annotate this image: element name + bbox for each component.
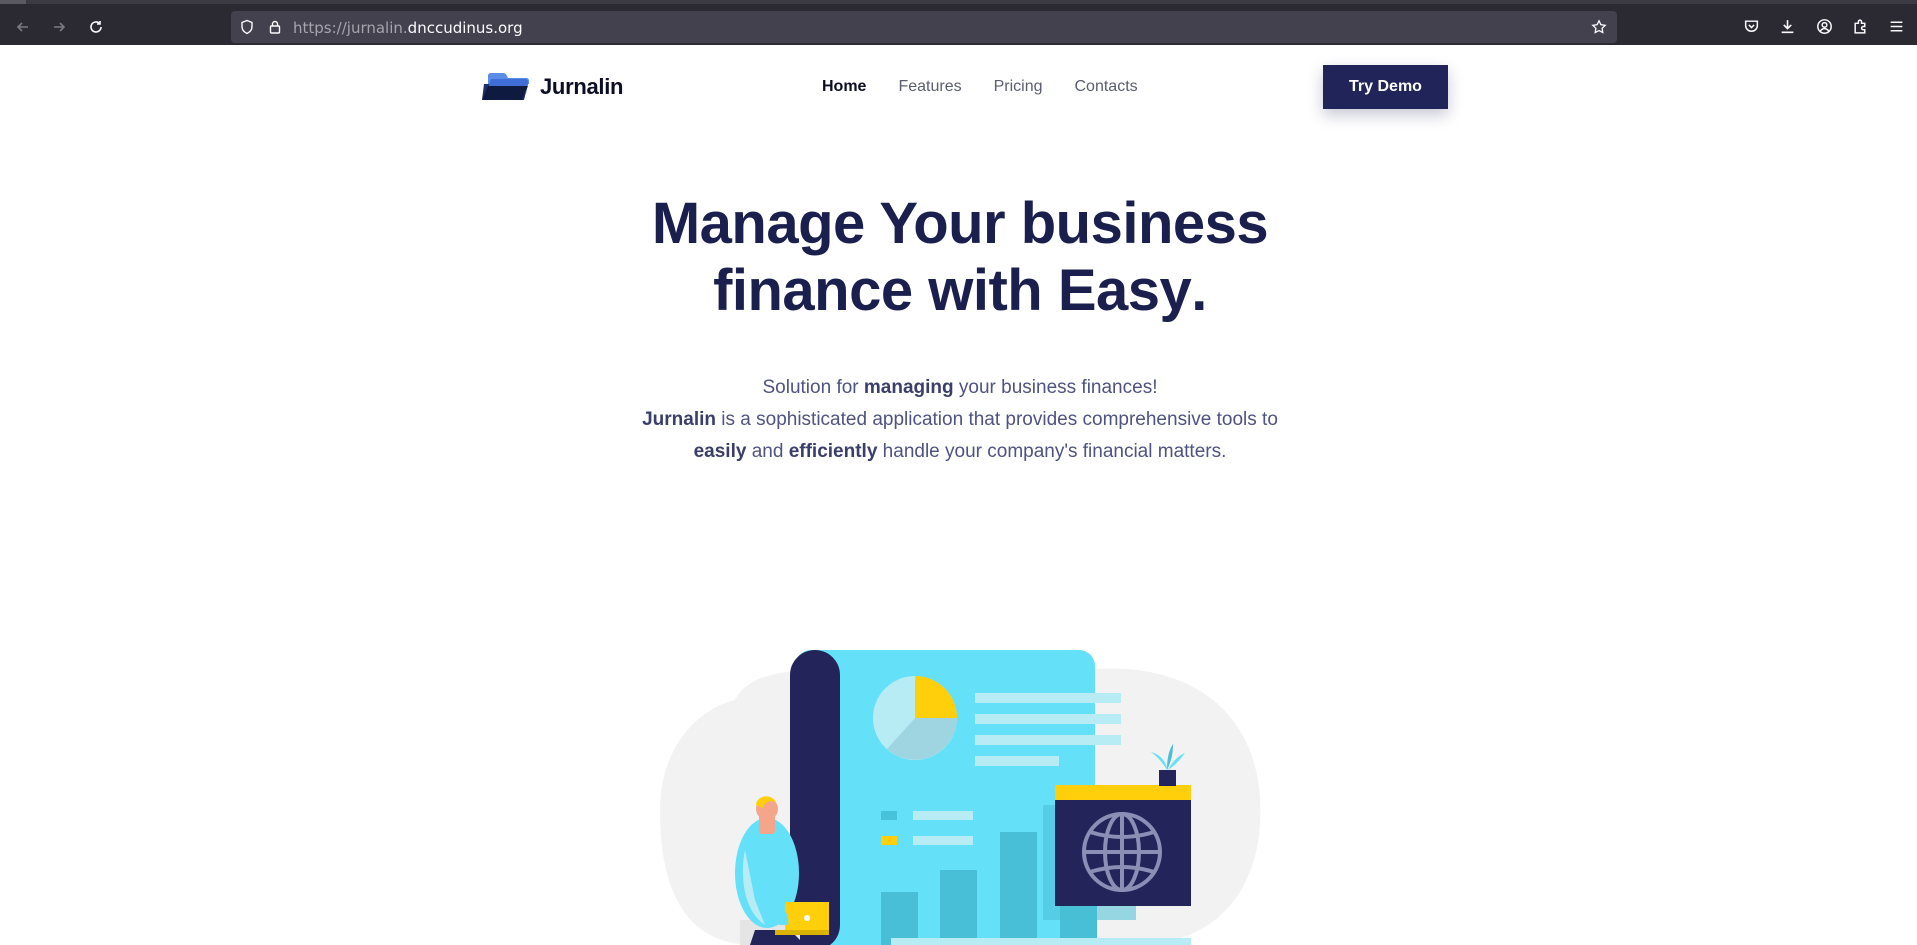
sub-bold-managing: managing bbox=[863, 377, 954, 398]
hero-subtitle: Solution for managing your business fina… bbox=[640, 372, 1280, 468]
hero-title-prefix: finance with bbox=[713, 258, 1058, 323]
globe-icon bbox=[1082, 812, 1162, 892]
back-icon[interactable] bbox=[10, 14, 36, 40]
globe-card bbox=[1043, 785, 1191, 920]
brand-logo[interactable]: Jurnalin bbox=[482, 72, 623, 102]
nav-home[interactable]: Home bbox=[822, 78, 866, 96]
menu-icon[interactable] bbox=[1886, 16, 1906, 36]
lock-icon[interactable] bbox=[267, 19, 283, 35]
sub-text: is a sophisticated application that prov… bbox=[716, 409, 1278, 430]
account-icon[interactable] bbox=[1814, 16, 1834, 36]
page-viewport: Jurnalin Home Features Pricing Contacts … bbox=[0, 45, 1917, 945]
hero-title-line-2: finance with Easy. bbox=[560, 257, 1360, 324]
shield-icon[interactable] bbox=[239, 19, 255, 35]
sub-bold-jurnalin: Jurnalin bbox=[642, 409, 717, 430]
try-demo-button[interactable]: Try Demo bbox=[1323, 65, 1448, 109]
sub-text: handle your company's financial matters. bbox=[877, 441, 1227, 462]
brand-name: Jurnalin bbox=[540, 74, 624, 99]
main-menu: Home Features Pricing Contacts bbox=[822, 78, 1138, 96]
sub-bold-easily: easily bbox=[693, 441, 747, 462]
jurnalin-logo-icon bbox=[482, 73, 529, 100]
pie-chart-icon bbox=[873, 676, 957, 760]
url-text[interactable]: https://jurnalin.dnccudinus.org bbox=[293, 19, 523, 37]
hero-title-period: . bbox=[1191, 258, 1207, 323]
download-icon[interactable] bbox=[1777, 16, 1797, 36]
star-icon[interactable] bbox=[1591, 19, 1607, 35]
document-roll bbox=[790, 650, 840, 945]
document-footer-strip bbox=[891, 938, 1191, 945]
hero-title-highlight: Easy bbox=[1057, 258, 1192, 323]
browser-toolbar: https://jurnalin.dnccudinus.org bbox=[0, 0, 1917, 45]
forward-icon[interactable] bbox=[46, 14, 72, 40]
sub-bold-efficiently: efficiently bbox=[788, 441, 878, 462]
url-protocol: https:// bbox=[293, 19, 347, 37]
sub-text: Solution for bbox=[762, 377, 864, 398]
url-subdomain: jurnalin. bbox=[346, 19, 408, 37]
sub-text: your business finances! bbox=[953, 377, 1158, 398]
nav-contacts[interactable]: Contacts bbox=[1075, 78, 1138, 96]
extensions-icon[interactable] bbox=[1850, 16, 1870, 36]
nav-features[interactable]: Features bbox=[898, 78, 961, 96]
url-domain: dnccudinus.org bbox=[407, 19, 523, 37]
sub-text: and bbox=[746, 441, 789, 462]
reload-icon[interactable] bbox=[83, 14, 109, 40]
site-navbar: Jurnalin Home Features Pricing Contacts … bbox=[0, 45, 1917, 130]
hero-title: Manage Your business finance with Easy. bbox=[560, 190, 1360, 324]
hero-illustration bbox=[660, 650, 1261, 945]
address-bar[interactable]: https://jurnalin.dnccudinus.org bbox=[231, 11, 1617, 43]
hero-title-line-1: Manage Your business bbox=[651, 191, 1269, 256]
pocket-icon[interactable] bbox=[1741, 16, 1761, 36]
tab-strip-indicator bbox=[0, 0, 26, 4]
nav-pricing[interactable]: Pricing bbox=[994, 78, 1043, 96]
